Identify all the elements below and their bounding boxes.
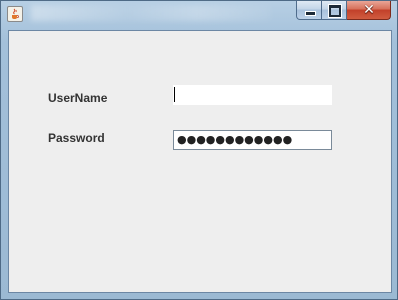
title-bar-background: [31, 5, 271, 21]
close-icon: ✕: [363, 2, 375, 18]
caption-buttons: ✕: [296, 1, 391, 21]
login-panel: UserName Password ●●●●●●●●●●●●: [8, 30, 392, 293]
username-field[interactable]: [173, 85, 332, 105]
close-button[interactable]: ✕: [347, 1, 391, 20]
maximize-icon: [329, 5, 341, 17]
password-label: Password: [48, 131, 105, 145]
minimize-button[interactable]: [296, 1, 322, 20]
window-frame: ✕ UserName Password ●●●●●●●●●●●●: [0, 0, 398, 300]
text-caret: [174, 87, 175, 102]
username-label: UserName: [48, 91, 108, 105]
password-field[interactable]: ●●●●●●●●●●●●: [173, 130, 332, 150]
java-cup-icon[interactable]: [7, 6, 23, 22]
minimize-icon: [305, 11, 316, 16]
password-mask: ●●●●●●●●●●●●: [177, 133, 293, 146]
maximize-button[interactable]: [322, 1, 347, 20]
